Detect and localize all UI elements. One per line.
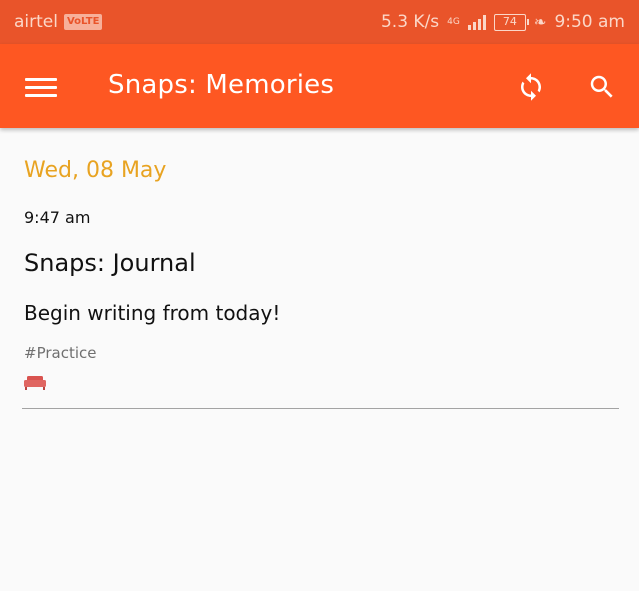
network-type: 4G xyxy=(447,16,460,27)
battery-level: 74 xyxy=(502,14,517,28)
battery-icon: 74 xyxy=(493,13,529,31)
hamburger-menu-icon[interactable] xyxy=(25,78,57,98)
entry-time: 9:47 am xyxy=(24,208,91,227)
status-bar: airtel VoLTE 5.3 K/s 4G 74 ❧ 9:50 am xyxy=(0,0,639,44)
journal-entry-card[interactable]: Wed, 08 May 9:47 am Snaps: Journal Begin… xyxy=(22,128,619,409)
status-right: 5.3 K/s 4G 74 ❧ 9:50 am xyxy=(381,12,625,32)
app-bar: Snaps: Memories xyxy=(0,44,639,128)
status-time: 9:50 am xyxy=(554,12,625,32)
status-left: airtel VoLTE xyxy=(14,12,103,32)
entry-date: Wed, 08 May xyxy=(24,158,167,183)
network-speed: 5.3 K/s xyxy=(380,12,440,32)
leaf-icon: ❧ xyxy=(533,13,547,31)
entry-title: Snaps: Journal xyxy=(24,249,196,277)
entry-body: Begin writing from today! xyxy=(24,301,281,325)
volte-badge: VoLTE xyxy=(63,14,103,30)
app-title: Snaps: Memories xyxy=(108,70,335,100)
entry-tag: #Practice xyxy=(24,344,97,362)
sync-icon[interactable] xyxy=(516,72,546,102)
search-icon[interactable] xyxy=(587,72,617,102)
sofa-icon xyxy=(24,376,46,390)
signal-icon xyxy=(467,14,486,30)
carrier-name: airtel xyxy=(14,12,58,32)
